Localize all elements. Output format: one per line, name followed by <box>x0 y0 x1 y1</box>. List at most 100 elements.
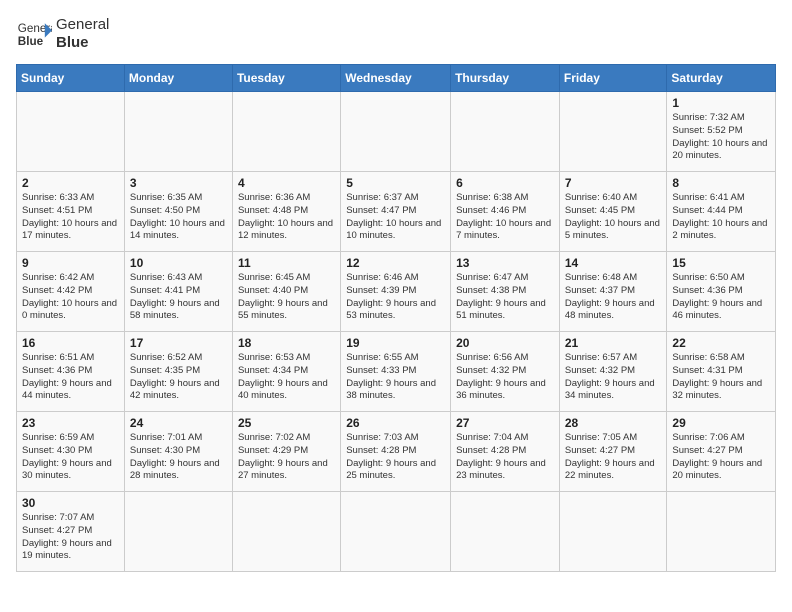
day-info: Sunrise: 6:52 AM Sunset: 4:35 PM Dayligh… <box>130 352 227 403</box>
day-number: 28 <box>565 416 662 430</box>
week-row-1: 1 Sunrise: 7:32 AM Sunset: 5:52 PM Daylig… <box>17 92 776 172</box>
calendar-cell <box>124 92 232 172</box>
day-info: Sunrise: 6:33 AM Sunset: 4:51 PM Dayligh… <box>22 192 119 243</box>
calendar-cell: 12 Sunrise: 6:46 AM Sunset: 4:39 PM Dayli… <box>341 252 451 332</box>
day-number: 26 <box>346 416 445 430</box>
day-info: Sunrise: 7:32 AM Sunset: 5:52 PM Dayligh… <box>672 112 770 163</box>
day-header-friday: Friday <box>559 65 667 92</box>
day-number: 15 <box>672 256 770 270</box>
day-number: 4 <box>238 176 335 190</box>
day-number: 21 <box>565 336 662 350</box>
day-info: Sunrise: 6:55 AM Sunset: 4:33 PM Dayligh… <box>346 352 445 403</box>
day-header-wednesday: Wednesday <box>341 65 451 92</box>
day-number: 19 <box>346 336 445 350</box>
calendar-cell <box>451 92 560 172</box>
logo: General Blue General Blue <box>16 16 109 52</box>
calendar-cell: 24Sunrise: 7:01 AM Sunset: 4:30 PM Dayli… <box>124 412 232 492</box>
day-header-tuesday: Tuesday <box>232 65 340 92</box>
day-info: Sunrise: 6:58 AM Sunset: 4:31 PM Dayligh… <box>672 352 770 403</box>
day-info: Sunrise: 6:41 AM Sunset: 4:44 PM Dayligh… <box>672 192 770 243</box>
calendar-cell: 5 Sunrise: 6:37 AM Sunset: 4:47 PM Daylig… <box>341 172 451 252</box>
calendar-cell: 10Sunrise: 6:43 AM Sunset: 4:41 PM Dayli… <box>124 252 232 332</box>
calendar-cell: 22 Sunrise: 6:58 AM Sunset: 4:31 PM Dayli… <box>667 332 776 412</box>
day-number: 1 <box>672 96 770 110</box>
day-number: 9 <box>22 256 119 270</box>
day-info: Sunrise: 6:48 AM Sunset: 4:37 PM Dayligh… <box>565 272 662 323</box>
day-number: 27 <box>456 416 554 430</box>
day-header-saturday: Saturday <box>667 65 776 92</box>
calendar-cell: 26Sunrise: 7:03 AM Sunset: 4:28 PM Dayli… <box>341 412 451 492</box>
day-header-thursday: Thursday <box>451 65 560 92</box>
calendar-cell: 23 Sunrise: 6:59 AM Sunset: 4:30 PM Dayli… <box>17 412 125 492</box>
day-info: Sunrise: 6:36 AM Sunset: 4:48 PM Dayligh… <box>238 192 335 243</box>
day-number: 14 <box>565 256 662 270</box>
calendar-cell <box>341 92 451 172</box>
day-number: 8 <box>672 176 770 190</box>
day-number: 11 <box>238 256 335 270</box>
svg-text:Blue: Blue <box>18 35 44 48</box>
day-info: Sunrise: 6:45 AM Sunset: 4:40 PM Dayligh… <box>238 272 335 323</box>
day-info: Sunrise: 7:05 AM Sunset: 4:27 PM Dayligh… <box>565 432 662 483</box>
day-info: Sunrise: 6:46 AM Sunset: 4:39 PM Dayligh… <box>346 272 445 323</box>
day-info: Sunrise: 7:02 AM Sunset: 4:29 PM Dayligh… <box>238 432 335 483</box>
day-number: 5 <box>346 176 445 190</box>
day-info: Sunrise: 6:47 AM Sunset: 4:38 PM Dayligh… <box>456 272 554 323</box>
week-row-6: 30Sunrise: 7:07 AM Sunset: 4:27 PM Dayli… <box>17 492 776 572</box>
calendar-cell: 13 Sunrise: 6:47 AM Sunset: 4:38 PM Dayli… <box>451 252 560 332</box>
logo-icon: General Blue <box>16 16 52 52</box>
calendar-cell: 16Sunrise: 6:51 AM Sunset: 4:36 PM Dayli… <box>17 332 125 412</box>
day-number: 2 <box>22 176 119 190</box>
day-info: Sunrise: 7:01 AM Sunset: 4:30 PM Dayligh… <box>130 432 227 483</box>
day-number: 10 <box>130 256 227 270</box>
day-info: Sunrise: 7:06 AM Sunset: 4:27 PM Dayligh… <box>672 432 770 483</box>
days-header-row: SundayMondayTuesdayWednesdayThursdayFrid… <box>17 65 776 92</box>
day-info: Sunrise: 6:38 AM Sunset: 4:46 PM Dayligh… <box>456 192 554 243</box>
calendar-cell: 21Sunrise: 6:57 AM Sunset: 4:32 PM Dayli… <box>559 332 667 412</box>
day-number: 22 <box>672 336 770 350</box>
header: General Blue General Blue <box>16 16 776 52</box>
day-info: Sunrise: 6:37 AM Sunset: 4:47 PM Dayligh… <box>346 192 445 243</box>
calendar-cell: 14 Sunrise: 6:48 AM Sunset: 4:37 PM Dayli… <box>559 252 667 332</box>
day-number: 23 <box>22 416 119 430</box>
calendar-cell: 18 Sunrise: 6:53 AM Sunset: 4:34 PM Dayli… <box>232 332 340 412</box>
week-row-3: 9 Sunrise: 6:42 AM Sunset: 4:42 PM Daylig… <box>17 252 776 332</box>
day-number: 25 <box>238 416 335 430</box>
calendar-cell <box>232 492 340 572</box>
day-number: 6 <box>456 176 554 190</box>
day-number: 13 <box>456 256 554 270</box>
calendar-cell <box>559 92 667 172</box>
day-info: Sunrise: 6:42 AM Sunset: 4:42 PM Dayligh… <box>22 272 119 323</box>
day-info: Sunrise: 6:59 AM Sunset: 4:30 PM Dayligh… <box>22 432 119 483</box>
day-info: Sunrise: 7:04 AM Sunset: 4:28 PM Dayligh… <box>456 432 554 483</box>
day-number: 17 <box>130 336 227 350</box>
calendar-cell: 11 Sunrise: 6:45 AM Sunset: 4:40 PM Dayli… <box>232 252 340 332</box>
day-header-monday: Monday <box>124 65 232 92</box>
calendar-cell: 9 Sunrise: 6:42 AM Sunset: 4:42 PM Daylig… <box>17 252 125 332</box>
calendar-cell: 2 Sunrise: 6:33 AM Sunset: 4:51 PM Daylig… <box>17 172 125 252</box>
calendar-cell: 7Sunrise: 6:40 AM Sunset: 4:45 PM Daylig… <box>559 172 667 252</box>
calendar-cell: 27 Sunrise: 7:04 AM Sunset: 4:28 PM Dayli… <box>451 412 560 492</box>
day-info: Sunrise: 6:56 AM Sunset: 4:32 PM Dayligh… <box>456 352 554 403</box>
day-info: Sunrise: 6:50 AM Sunset: 4:36 PM Dayligh… <box>672 272 770 323</box>
logo-blue: Blue <box>56 34 109 52</box>
day-info: Sunrise: 6:53 AM Sunset: 4:34 PM Dayligh… <box>238 352 335 403</box>
day-number: 18 <box>238 336 335 350</box>
calendar-cell: 25 Sunrise: 7:02 AM Sunset: 4:29 PM Dayli… <box>232 412 340 492</box>
calendar-cell: 1 Sunrise: 7:32 AM Sunset: 5:52 PM Daylig… <box>667 92 776 172</box>
calendar-cell: 19 Sunrise: 6:55 AM Sunset: 4:33 PM Dayli… <box>341 332 451 412</box>
calendar-cell: 29Sunrise: 7:06 AM Sunset: 4:27 PM Dayli… <box>667 412 776 492</box>
week-row-4: 16Sunrise: 6:51 AM Sunset: 4:36 PM Dayli… <box>17 332 776 412</box>
calendar-cell <box>232 92 340 172</box>
calendar-cell <box>451 492 560 572</box>
calendar-cell: 20Sunrise: 6:56 AM Sunset: 4:32 PM Dayli… <box>451 332 560 412</box>
day-info: Sunrise: 7:07 AM Sunset: 4:27 PM Dayligh… <box>22 512 119 563</box>
calendar-cell: 15 Sunrise: 6:50 AM Sunset: 4:36 PM Dayli… <box>667 252 776 332</box>
day-number: 12 <box>346 256 445 270</box>
calendar-cell: 30Sunrise: 7:07 AM Sunset: 4:27 PM Dayli… <box>17 492 125 572</box>
calendar-cell <box>124 492 232 572</box>
week-row-2: 2 Sunrise: 6:33 AM Sunset: 4:51 PM Daylig… <box>17 172 776 252</box>
calendar-cell: 6 Sunrise: 6:38 AM Sunset: 4:46 PM Daylig… <box>451 172 560 252</box>
logo-general: General <box>56 16 109 34</box>
calendar-cell <box>17 92 125 172</box>
day-number: 3 <box>130 176 227 190</box>
